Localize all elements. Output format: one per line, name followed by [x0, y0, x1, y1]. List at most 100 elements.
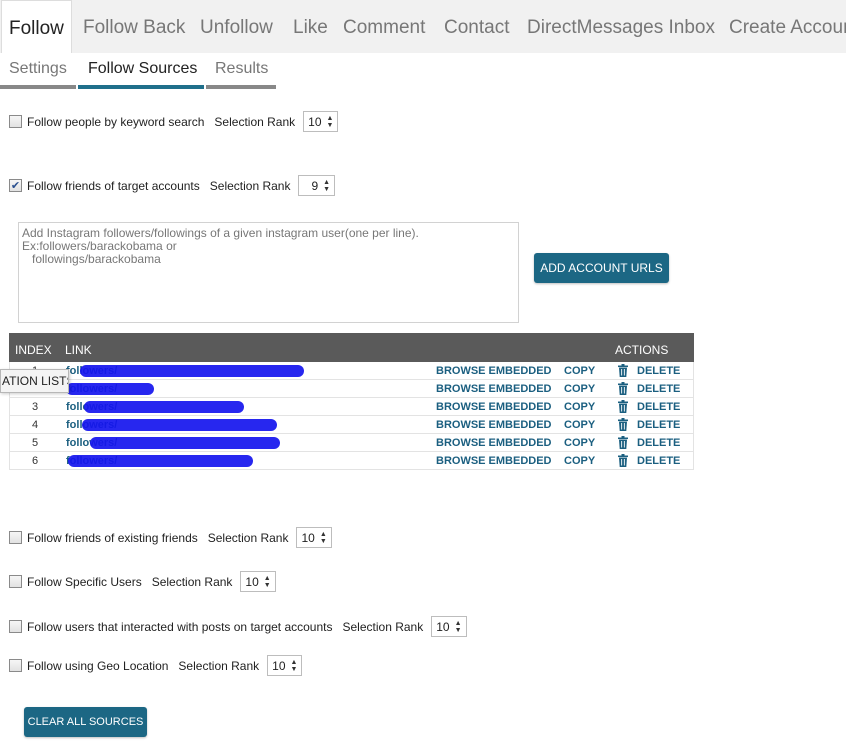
table-header: INDEX LINK ACTIONS: [9, 333, 694, 362]
specific-users-rank-value: 10: [245, 574, 259, 589]
delete-button[interactable]: DELETE: [637, 365, 680, 377]
header-actions: ACTIONS: [615, 343, 669, 357]
target-friends-rank-label: Selection Rank: [209, 178, 291, 193]
keyword-rank-value: 10: [308, 114, 322, 129]
source-target-friends-row: ✔ Follow friends of target accounts Sele…: [9, 175, 336, 196]
spin-down-icon[interactable]: ▼: [291, 666, 298, 673]
redaction-mark: [68, 455, 253, 467]
geo-rank-value: 10: [272, 658, 286, 673]
redaction-mark: [84, 401, 244, 413]
delete-button[interactable]: DELETE: [637, 383, 680, 395]
table-row: 4followers/BROWSE EMBEDDEDCOPYDELETE: [9, 416, 694, 434]
subtab-settings-label: Settings: [9, 60, 67, 77]
row-index: 3: [31, 401, 39, 413]
copy-button[interactable]: COPY: [564, 419, 595, 431]
redaction-mark: [66, 383, 154, 395]
spin-up-icon[interactable]: ▲: [327, 115, 334, 122]
subtab-underline-active: [78, 85, 204, 89]
browse-embedded-button[interactable]: BROWSE EMBEDDED: [436, 383, 552, 395]
browse-embedded-button[interactable]: BROWSE EMBEDDED: [436, 401, 552, 413]
copy-button[interactable]: COPY: [564, 455, 595, 467]
tab-follow-back[interactable]: Follow Back: [83, 0, 185, 53]
existing-friends-checkbox[interactable]: [9, 531, 22, 544]
tab-contact[interactable]: Contact: [444, 0, 509, 53]
spin-down-icon[interactable]: ▼: [264, 582, 271, 589]
account-urls-table: INDEX LINK ACTIONS 1followers/BROWSE EMB…: [9, 333, 694, 470]
specific-users-label: Follow Specific Users: [27, 574, 142, 589]
redaction-mark: [82, 419, 277, 431]
browse-embedded-button[interactable]: BROWSE EMBEDDED: [436, 437, 552, 449]
browse-embedded-button[interactable]: BROWSE EMBEDDED: [436, 455, 552, 467]
keyword-rank-stepper[interactable]: 10 ▲ ▼: [303, 111, 339, 132]
trash-icon[interactable]: [617, 418, 629, 434]
table-row: 2followers/BROWSE EMBEDDEDCOPYDELETE: [9, 380, 694, 398]
subtab-follow-sources[interactable]: Follow Sources: [78, 57, 204, 89]
row-index: 6: [31, 455, 39, 467]
copy-button[interactable]: COPY: [564, 437, 595, 449]
geo-label: Follow using Geo Location: [27, 658, 169, 673]
delete-button[interactable]: DELETE: [637, 419, 680, 431]
target-friends-checkbox[interactable]: ✔: [9, 179, 22, 192]
delete-button[interactable]: DELETE: [637, 401, 680, 413]
subtab-results[interactable]: Results: [206, 57, 276, 89]
trash-icon[interactable]: [617, 382, 629, 398]
spin-up-icon[interactable]: ▲: [264, 575, 271, 582]
spin-up-icon[interactable]: ▲: [291, 659, 298, 666]
tab-create-account[interactable]: Create Accour: [729, 0, 846, 53]
geo-rank-label: Selection Rank: [178, 658, 260, 673]
copy-button[interactable]: COPY: [564, 383, 595, 395]
trash-icon[interactable]: [617, 436, 629, 452]
source-geo-row: Follow using Geo Location Selection Rank…: [9, 655, 303, 676]
spin-up-icon[interactable]: ▲: [455, 620, 462, 627]
subtab-results-label: Results: [215, 60, 269, 77]
copy-button[interactable]: COPY: [564, 401, 595, 413]
table-body: 1followers/BROWSE EMBEDDEDCOPYDELETE2fol…: [9, 362, 694, 470]
target-friends-rank-value: 9: [311, 178, 319, 193]
source-interacted-users-row: Follow users that interacted with posts …: [9, 616, 467, 637]
geo-rank-stepper[interactable]: 10 ▲ ▼: [267, 655, 303, 676]
existing-friends-rank-stepper[interactable]: 10 ▲ ▼: [296, 527, 332, 548]
row-index: 5: [31, 437, 39, 449]
geo-checkbox[interactable]: [9, 659, 22, 672]
interacted-users-rank-stepper[interactable]: 10 ▲ ▼: [431, 616, 467, 637]
tab-unfollow[interactable]: Unfollow: [200, 0, 273, 53]
specific-users-rank-stepper[interactable]: 10 ▲ ▼: [240, 571, 276, 592]
top-tab-bar: Follow Follow Back Unfollow Like Comment…: [0, 0, 846, 53]
add-account-urls-button[interactable]: ADD ACCOUNT URLS: [534, 253, 669, 283]
table-row: 3followers/BROWSE EMBEDDEDCOPYDELETE: [9, 398, 694, 416]
delete-button[interactable]: DELETE: [637, 437, 680, 449]
tab-comment[interactable]: Comment: [343, 0, 425, 53]
source-existing-friends-row: Follow friends of existing friends Selec…: [9, 527, 332, 548]
browse-embedded-button[interactable]: BROWSE EMBEDDED: [436, 419, 552, 431]
interacted-users-checkbox[interactable]: [9, 620, 22, 633]
spin-down-icon[interactable]: ▼: [323, 186, 330, 193]
account-urls-input[interactable]: Add Instagram followers/followings of a …: [18, 222, 519, 323]
spin-down-icon[interactable]: ▼: [320, 538, 327, 545]
spin-up-icon[interactable]: ▲: [320, 531, 327, 538]
target-friends-rank-stepper[interactable]: 9 ▲ ▼: [298, 175, 336, 196]
tab-direct-messages-inbox[interactable]: DirectMessages Inbox: [527, 0, 715, 53]
trash-icon[interactable]: [617, 400, 629, 416]
redaction-mark: [80, 365, 304, 377]
table-row: 1followers/BROWSE EMBEDDEDCOPYDELETE: [9, 362, 694, 380]
tooltip: ATION LISTS: [0, 369, 69, 393]
existing-friends-rank-value: 10: [301, 530, 315, 545]
trash-icon[interactable]: [617, 454, 629, 470]
specific-users-checkbox[interactable]: [9, 575, 22, 588]
trash-icon[interactable]: [617, 364, 629, 380]
browse-embedded-button[interactable]: BROWSE EMBEDDED: [436, 365, 552, 377]
spin-up-icon[interactable]: ▲: [323, 179, 330, 186]
keyword-checkbox[interactable]: [9, 115, 22, 128]
delete-button[interactable]: DELETE: [637, 455, 680, 467]
keyword-label: Follow people by keyword search: [27, 114, 205, 129]
tab-follow[interactable]: Follow: [1, 0, 72, 53]
spin-down-icon[interactable]: ▼: [455, 627, 462, 634]
clear-all-sources-button[interactable]: CLEAR ALL SOURCES: [24, 707, 147, 737]
row-index: 4: [31, 419, 39, 431]
header-link: LINK: [65, 343, 92, 357]
existing-friends-label: Follow friends of existing friends: [27, 530, 198, 545]
spin-down-icon[interactable]: ▼: [327, 122, 334, 129]
subtab-settings[interactable]: Settings: [0, 57, 76, 89]
tab-like[interactable]: Like: [293, 0, 328, 53]
copy-button[interactable]: COPY: [564, 365, 595, 377]
